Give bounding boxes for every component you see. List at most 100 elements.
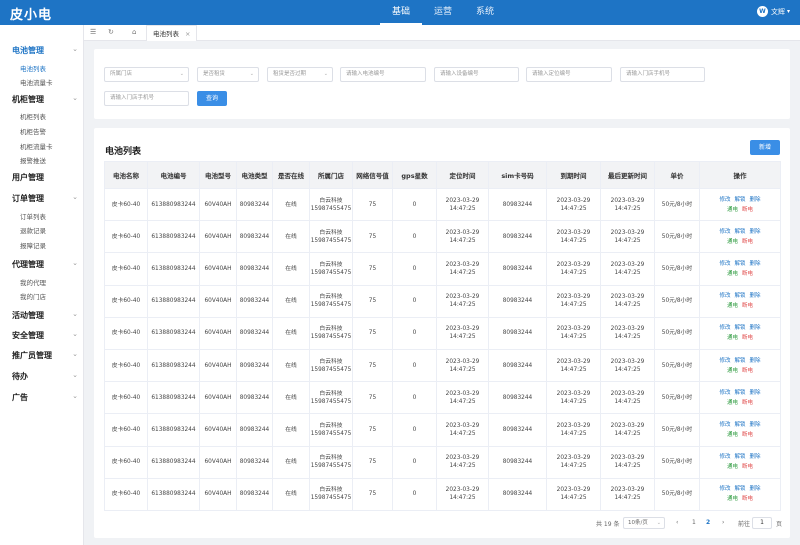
sidebar-group-user[interactable]: 用户管理 (12, 172, 78, 183)
goto-page-input[interactable]: 1 (752, 517, 772, 529)
battery-no-input[interactable]: 请输入电池编号 (340, 67, 426, 82)
power-on-button[interactable]: 通电 (727, 496, 738, 502)
sidebar-item-cabinet-sim[interactable]: 机柜流量卡 (20, 141, 53, 151)
edit-button[interactable]: 修改 (719, 390, 730, 396)
power-off-button[interactable]: 断电 (742, 464, 753, 470)
unlock-button[interactable]: 解锁 (734, 261, 745, 267)
power-off-button[interactable]: 断电 (742, 400, 753, 406)
add-button[interactable]: 新增 (750, 140, 780, 155)
sidebar-group-activity[interactable]: 活动管理 ⌄ (12, 310, 78, 321)
power-on-button[interactable]: 通电 (727, 400, 738, 406)
top-nav-operation[interactable]: 运营 (422, 0, 464, 25)
power-off-button[interactable]: 断电 (742, 271, 753, 277)
page-1[interactable]: 1 (692, 519, 696, 526)
unlock-button[interactable]: 解锁 (734, 293, 745, 299)
power-on-button[interactable]: 通电 (727, 335, 738, 341)
edit-button[interactable]: 修改 (719, 197, 730, 203)
sidebar-group-promoter[interactable]: 推广员管理 ⌄ (12, 350, 78, 361)
delete-button[interactable]: 删除 (750, 390, 761, 396)
query-button[interactable]: 查询 (197, 91, 227, 106)
unlock-button[interactable]: 解锁 (734, 422, 745, 428)
sidebar-group-ad[interactable]: 广告 ⌄ (12, 392, 78, 403)
sidebar-group-todo[interactable]: 待办 ⌄ (12, 371, 78, 382)
power-off-button[interactable]: 断电 (742, 335, 753, 341)
store-phone-input-2[interactable]: 请输入门店手机号 (104, 91, 189, 106)
sidebar-item-fault[interactable]: 报障记录 (20, 240, 46, 250)
cell-text: 14:47:25 (449, 366, 476, 373)
top-nav-basic[interactable]: 基础 (380, 0, 423, 25)
device-no-input[interactable]: 请输入设备编号 (434, 67, 519, 82)
sidebar-item-cabinet-alarm[interactable]: 机柜告警 (20, 126, 46, 136)
close-icon[interactable]: × (185, 30, 190, 38)
power-off-button[interactable]: 断电 (742, 368, 753, 374)
sidebar-group-battery[interactable]: 电池管理 ⌄ (12, 45, 78, 56)
power-on-button[interactable]: 通电 (727, 271, 738, 277)
delete-button[interactable]: 删除 (750, 486, 761, 492)
edit-button[interactable]: 修改 (719, 229, 730, 235)
user-menu[interactable]: W 文辉 ▾ (756, 6, 790, 17)
unlock-button[interactable]: 解锁 (734, 325, 745, 331)
sidebar-group-order[interactable]: 订单管理 ⌄ (12, 193, 78, 204)
delete-button[interactable]: 删除 (750, 197, 761, 203)
sidebar-item-battery-list[interactable]: 电池列表 (20, 63, 46, 73)
sidebar-item-battery-sim[interactable]: 电池流量卡 (20, 77, 53, 87)
rent-select[interactable]: 是否租赁 ⌄ (197, 67, 259, 82)
unlock-button[interactable]: 解锁 (734, 486, 745, 492)
edit-button[interactable]: 修改 (719, 358, 730, 364)
store-phone-input[interactable]: 请输入门店手机号 (620, 67, 705, 82)
unlock-button[interactable]: 解锁 (734, 197, 745, 203)
unlock-button[interactable]: 解锁 (734, 454, 745, 460)
sidebar-item-my-store[interactable]: 我的门店 (20, 291, 46, 301)
edit-button[interactable]: 修改 (719, 486, 730, 492)
delete-button[interactable]: 删除 (750, 325, 761, 331)
store-select[interactable]: 所属门店 ⌄ (104, 67, 189, 82)
sidebar-group-security[interactable]: 安全管理 ⌄ (12, 330, 78, 341)
cell-text: 皮卡60-40 (111, 426, 141, 433)
power-on-button[interactable]: 通电 (727, 368, 738, 374)
edit-button[interactable]: 修改 (719, 325, 730, 331)
prev-page-button[interactable]: ‹ (676, 519, 678, 526)
power-off-button[interactable]: 断电 (742, 496, 753, 502)
edit-button[interactable]: 修改 (719, 454, 730, 460)
power-on-button[interactable]: 通电 (727, 239, 738, 245)
next-page-button[interactable]: › (722, 519, 724, 526)
delete-button[interactable]: 删除 (750, 229, 761, 235)
delete-button[interactable]: 删除 (750, 261, 761, 267)
home-icon[interactable]: ⌂ (132, 28, 136, 36)
sidebar-item-refund[interactable]: 退款记录 (20, 225, 46, 235)
delete-button[interactable]: 删除 (750, 454, 761, 460)
sidebar-group-agent[interactable]: 代理管理 ⌄ (12, 259, 78, 270)
power-on-button[interactable]: 通电 (727, 432, 738, 438)
goto-suffix: 页 (776, 521, 783, 528)
delete-button[interactable]: 删除 (750, 422, 761, 428)
delete-button[interactable]: 删除 (750, 293, 761, 299)
power-on-button[interactable]: 通电 (727, 207, 738, 213)
delete-button[interactable]: 删除 (750, 358, 761, 364)
expire-select[interactable]: 租赁是否过期 ⌄ (267, 67, 333, 82)
power-on-button[interactable]: 通电 (727, 464, 738, 470)
cell-text: 75 (368, 394, 377, 401)
sidebar-item-alarm-push[interactable]: 报警推送 (20, 155, 46, 165)
page-size-select[interactable]: 10条/页 ⌄ (623, 517, 665, 529)
edit-button[interactable]: 修改 (719, 293, 730, 299)
page-2[interactable]: 2 (706, 519, 710, 526)
refresh-icon[interactable]: ↻ (108, 28, 114, 36)
sidebar-item-order-list[interactable]: 订单列表 (20, 211, 46, 221)
power-on-button[interactable]: 通电 (727, 303, 738, 309)
sidebar-group-cabinet[interactable]: 机柜管理 ⌄ (12, 94, 78, 105)
power-off-button[interactable]: 断电 (742, 239, 753, 245)
menu-fold-icon[interactable]: ☰ (90, 28, 96, 36)
unlock-button[interactable]: 解锁 (734, 390, 745, 396)
unlock-button[interactable]: 解锁 (734, 229, 745, 235)
power-off-button[interactable]: 断电 (742, 207, 753, 213)
sidebar-item-cabinet-list[interactable]: 机柜列表 (20, 111, 46, 121)
unlock-button[interactable]: 解锁 (734, 358, 745, 364)
sidebar-item-my-agent[interactable]: 我的代理 (20, 277, 46, 287)
power-off-button[interactable]: 断电 (742, 432, 753, 438)
edit-button[interactable]: 修改 (719, 261, 730, 267)
power-off-button[interactable]: 断电 (742, 303, 753, 309)
edit-button[interactable]: 修改 (719, 422, 730, 428)
locator-no-input[interactable]: 请输入定位编号 (526, 67, 612, 82)
top-nav-system[interactable]: 系统 (464, 0, 506, 25)
tab-battery-list[interactable]: 电池列表 × (146, 25, 198, 41)
